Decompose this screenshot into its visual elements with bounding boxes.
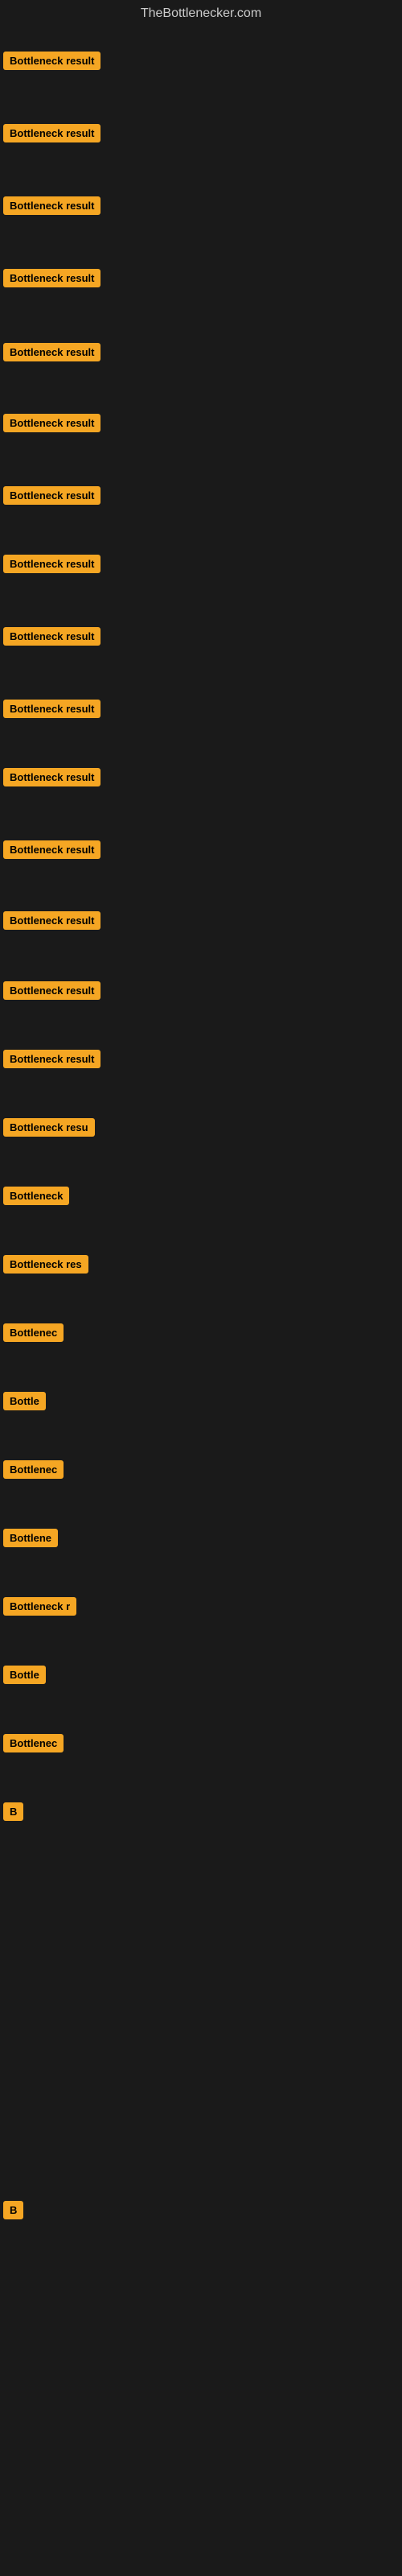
bottleneck-badge: B bbox=[3, 2201, 23, 2219]
bottleneck-badge: Bottleneck result bbox=[3, 627, 100, 646]
bottleneck-badge: Bottleneck res bbox=[3, 1255, 88, 1274]
bottleneck-item: Bottleneck result bbox=[3, 555, 100, 577]
bottleneck-badge: Bottleneck result bbox=[3, 52, 100, 70]
bottleneck-badge: Bottleneck resu bbox=[3, 1118, 95, 1137]
bottleneck-badge: Bottlene bbox=[3, 1529, 58, 1547]
bottleneck-item: Bottlenec bbox=[3, 1323, 64, 1346]
bottleneck-badge: Bottlenec bbox=[3, 1734, 64, 1752]
bottleneck-item: Bottleneck result bbox=[3, 196, 100, 219]
bottleneck-item: Bottleneck result bbox=[3, 1050, 100, 1072]
bottleneck-item: Bottlenec bbox=[3, 1460, 64, 1483]
bottleneck-item: Bottleneck result bbox=[3, 911, 100, 934]
bottleneck-item: Bottleneck result bbox=[3, 414, 100, 436]
bottleneck-badge: Bottleneck result bbox=[3, 1050, 100, 1068]
bottleneck-item: Bottleneck result bbox=[3, 981, 100, 1004]
bottleneck-badge: Bottleneck result bbox=[3, 343, 100, 361]
bottleneck-item: Bottlene bbox=[3, 1529, 58, 1551]
site-title-container: TheBottlenecker.com bbox=[0, 0, 402, 27]
bottleneck-badge: Bottleneck r bbox=[3, 1597, 76, 1616]
bottleneck-badge: Bottle bbox=[3, 1666, 46, 1684]
bottleneck-badge: Bottlenec bbox=[3, 1323, 64, 1342]
bottleneck-item: Bottleneck result bbox=[3, 840, 100, 863]
bottleneck-item: Bottleneck result bbox=[3, 52, 100, 74]
bottleneck-badge: Bottleneck result bbox=[3, 768, 100, 786]
bottleneck-item: Bottleneck result bbox=[3, 269, 100, 291]
bottleneck-item: B bbox=[3, 1802, 23, 1825]
bottleneck-badge: Bottleneck result bbox=[3, 414, 100, 432]
bottleneck-badge: Bottleneck result bbox=[3, 981, 100, 1000]
bottleneck-badge: B bbox=[3, 1802, 23, 1821]
bottleneck-badge: Bottleneck result bbox=[3, 911, 100, 930]
bottleneck-item: Bottleneck result bbox=[3, 486, 100, 509]
bottleneck-item: Bottleneck result bbox=[3, 627, 100, 650]
bottleneck-badge: Bottleneck result bbox=[3, 269, 100, 287]
bottleneck-item: Bottleneck result bbox=[3, 343, 100, 365]
bottleneck-item: Bottleneck res bbox=[3, 1255, 88, 1278]
bottleneck-badge: Bottleneck result bbox=[3, 124, 100, 142]
bottleneck-item: B bbox=[3, 2201, 23, 2223]
bottleneck-badge: Bottleneck bbox=[3, 1187, 69, 1205]
bottleneck-badge: Bottleneck result bbox=[3, 700, 100, 718]
bottleneck-item: Bottleneck result bbox=[3, 768, 100, 791]
bottleneck-badge: Bottle bbox=[3, 1392, 46, 1410]
bottleneck-badge: Bottleneck result bbox=[3, 555, 100, 573]
bottleneck-badge: Bottlenec bbox=[3, 1460, 64, 1479]
site-title: TheBottlenecker.com bbox=[0, 0, 402, 27]
bottleneck-item: Bottleneck bbox=[3, 1187, 69, 1209]
bottleneck-badge: Bottleneck result bbox=[3, 486, 100, 505]
bottleneck-item: Bottleneck result bbox=[3, 700, 100, 722]
bottleneck-badge: Bottleneck result bbox=[3, 840, 100, 859]
bottleneck-item: Bottle bbox=[3, 1392, 46, 1414]
bottleneck-item: Bottleneck resu bbox=[3, 1118, 95, 1141]
bottleneck-item: Bottleneck r bbox=[3, 1597, 76, 1620]
bottleneck-item: Bottleneck result bbox=[3, 124, 100, 147]
bottleneck-item: Bottlenec bbox=[3, 1734, 64, 1757]
bottleneck-item: Bottle bbox=[3, 1666, 46, 1688]
bottleneck-badge: Bottleneck result bbox=[3, 196, 100, 215]
